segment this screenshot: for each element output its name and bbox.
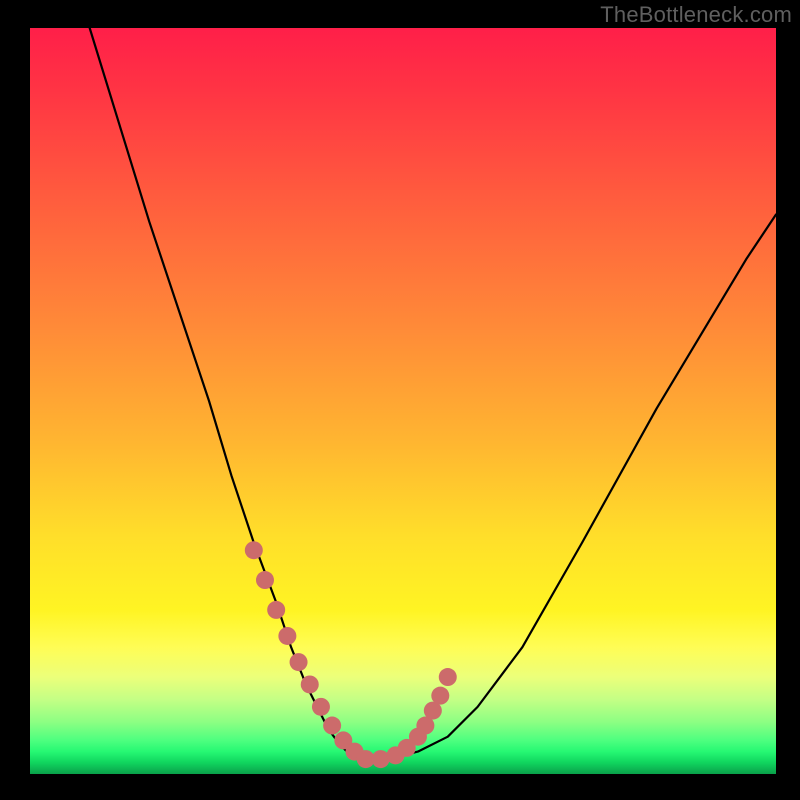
red-dot-group — [245, 541, 457, 768]
curve-layer — [30, 28, 776, 774]
red-dot — [278, 627, 296, 645]
red-dot — [323, 717, 341, 735]
chart-frame: TheBottleneck.com — [0, 0, 800, 800]
red-dot — [301, 675, 319, 693]
black-curve-path — [90, 28, 776, 759]
red-dot — [439, 668, 457, 686]
red-dot — [245, 541, 263, 559]
red-dot — [267, 601, 285, 619]
red-dot — [290, 653, 308, 671]
red-dot — [312, 698, 330, 716]
plot-area — [30, 28, 776, 774]
red-dot — [431, 687, 449, 705]
watermark-text: TheBottleneck.com — [600, 2, 792, 28]
red-dot — [256, 571, 274, 589]
